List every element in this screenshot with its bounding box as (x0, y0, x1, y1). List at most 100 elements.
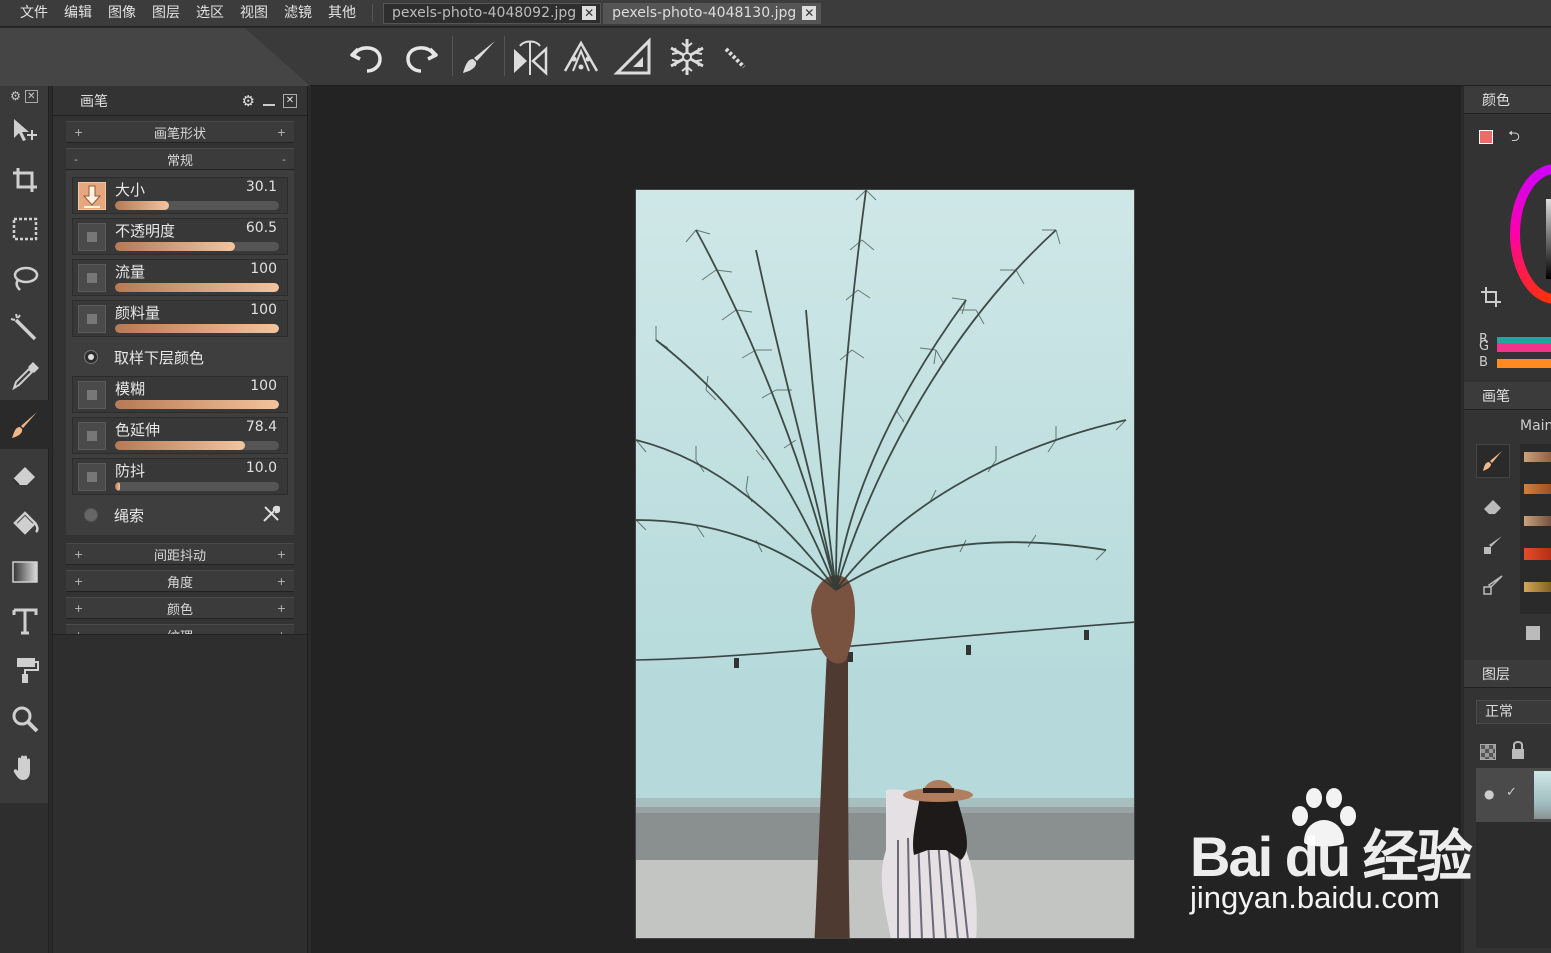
checkbox[interactable] (78, 381, 106, 409)
magic-wand-icon[interactable] (0, 302, 49, 351)
slider-paint-amount[interactable]: 颜料量 100 (72, 300, 288, 337)
slider-color-extend[interactable]: 色延伸 78.4 (72, 417, 288, 454)
perspective-icon[interactable] (559, 35, 603, 79)
gear-icon[interactable]: ⚙ (10, 89, 21, 103)
brush-preset[interactable] (1524, 516, 1551, 526)
canvas-image[interactable] (635, 189, 1135, 939)
brush-preset-list[interactable] (1520, 444, 1551, 614)
sample-below-option[interactable]: 取样下层颜色 (72, 341, 288, 373)
mirror-icon[interactable] (508, 35, 552, 79)
swap-colors-icon[interactable]: ⮌ (1508, 126, 1520, 151)
close-icon[interactable]: ✕ (802, 6, 817, 20)
paintbrush-icon[interactable] (1476, 444, 1510, 478)
checkbox[interactable] (78, 223, 106, 251)
crop-icon[interactable] (0, 155, 49, 204)
slider-track[interactable] (115, 482, 279, 491)
brush-preset[interactable] (1524, 484, 1551, 494)
menu-view[interactable]: 视图 (232, 0, 276, 27)
option-label: 绳索 (114, 507, 145, 525)
gear-icon[interactable]: ⚙ (242, 92, 255, 110)
b-slider[interactable] (1497, 359, 1551, 368)
menu-edit[interactable]: 编辑 (56, 0, 100, 27)
gradient-icon[interactable] (0, 547, 49, 596)
section-spacing-jitter[interactable]: + 间距抖动 + (66, 543, 294, 565)
rope-option[interactable]: 绳索 (72, 499, 288, 531)
menu-select[interactable]: 选区 (188, 0, 232, 27)
smudge-icon[interactable] (1482, 534, 1504, 560)
expand-icon: + (276, 574, 286, 588)
close-icon[interactable]: ✕ (582, 6, 597, 20)
clone-icon[interactable] (1482, 574, 1504, 600)
slider-track[interactable] (115, 441, 279, 450)
tab-document-2[interactable]: pexels-photo-4048130.jpg ✕ (603, 2, 822, 24)
menu-other[interactable]: 其他 (320, 0, 364, 27)
checkbox[interactable] (78, 264, 106, 292)
checkbox[interactable] (78, 305, 106, 333)
section-brush-shape[interactable]: + 画笔形状 + (66, 121, 294, 143)
paint-roller-icon[interactable] (0, 645, 49, 694)
slider-stabilizer[interactable]: 防抖 10.0 (72, 458, 288, 495)
lock-icon[interactable] (1510, 740, 1526, 764)
slider-flow[interactable]: 流量 100 (72, 259, 288, 296)
section-color[interactable]: + 颜色 + (66, 597, 294, 619)
line-ruler-icon[interactable] (712, 35, 756, 79)
menu-file[interactable]: 文件 (12, 0, 56, 27)
slider-track[interactable] (115, 283, 279, 292)
snowflake-icon[interactable] (665, 35, 709, 79)
brush-icon[interactable] (457, 35, 501, 79)
radio-button[interactable] (84, 508, 98, 522)
tools-icon[interactable] (262, 505, 281, 527)
slider-track[interactable] (115, 242, 279, 251)
color-square[interactable] (1546, 199, 1551, 279)
close-icon[interactable]: ✕ (24, 89, 38, 103)
menu-layer[interactable]: 图层 (144, 0, 188, 27)
pressure-arrow-icon[interactable] (78, 182, 106, 210)
section-label: 画笔形状 (153, 126, 206, 142)
move-icon[interactable] (0, 106, 49, 155)
section-general[interactable]: - 常规 - (66, 148, 294, 170)
brush-preset[interactable] (1524, 452, 1551, 462)
tab-label: pexels-photo-4048130.jpg (612, 5, 797, 21)
foreground-color-swatch[interactable] (1479, 130, 1493, 144)
blend-mode-select[interactable]: 正常 (1476, 700, 1551, 724)
paint-bucket-icon[interactable] (0, 498, 49, 547)
checkbox[interactable] (78, 422, 106, 450)
ruler-icon[interactable] (611, 35, 655, 79)
check-icon[interactable]: ✓ (1506, 785, 1517, 800)
hand-icon[interactable] (0, 743, 49, 792)
zoom-icon[interactable] (0, 694, 49, 743)
lock-transparency-icon[interactable] (1480, 744, 1496, 760)
brush-preset[interactable] (1524, 548, 1551, 560)
tab-document-1[interactable]: pexels-photo-4048092.jpg ✕ (383, 2, 602, 24)
lasso-icon[interactable] (0, 253, 49, 302)
minimize-icon[interactable] (263, 103, 275, 106)
redo-icon[interactable] (398, 35, 442, 79)
slider-track[interactable] (115, 400, 279, 409)
marquee-icon[interactable] (0, 204, 49, 253)
slider-blur[interactable]: 模糊 100 (72, 376, 288, 413)
slider-track[interactable] (115, 324, 279, 333)
menu-filter[interactable]: 滤镜 (276, 0, 320, 27)
close-icon[interactable]: ✕ (283, 93, 297, 108)
slider-size[interactable]: 大小 30.1 (72, 177, 288, 214)
text-icon[interactable] (0, 596, 49, 645)
menu-image[interactable]: 图像 (100, 0, 144, 27)
g-slider[interactable] (1497, 343, 1551, 352)
eraser-icon[interactable] (0, 449, 49, 498)
slider-track[interactable] (115, 201, 279, 210)
new-brush-icon[interactable] (1526, 626, 1540, 640)
checkbox[interactable] (78, 463, 106, 491)
eye-icon[interactable]: ● (1484, 787, 1494, 801)
eyedropper-icon[interactable] (0, 351, 49, 400)
slider-fill (115, 283, 279, 292)
slider-opacity[interactable]: 不透明度 60.5 (72, 218, 288, 255)
layer-row[interactable]: ● ✓ (1476, 768, 1551, 822)
brush-set-name[interactable]: Main (1520, 418, 1551, 434)
section-angle[interactable]: + 角度 + (66, 570, 294, 592)
crop-icon[interactable] (1480, 286, 1502, 312)
paintbrush-icon[interactable] (0, 400, 49, 449)
radio-button[interactable] (84, 350, 98, 364)
brush-preset[interactable] (1524, 582, 1551, 592)
eraser-icon[interactable] (1482, 494, 1504, 520)
undo-icon[interactable] (346, 35, 390, 79)
